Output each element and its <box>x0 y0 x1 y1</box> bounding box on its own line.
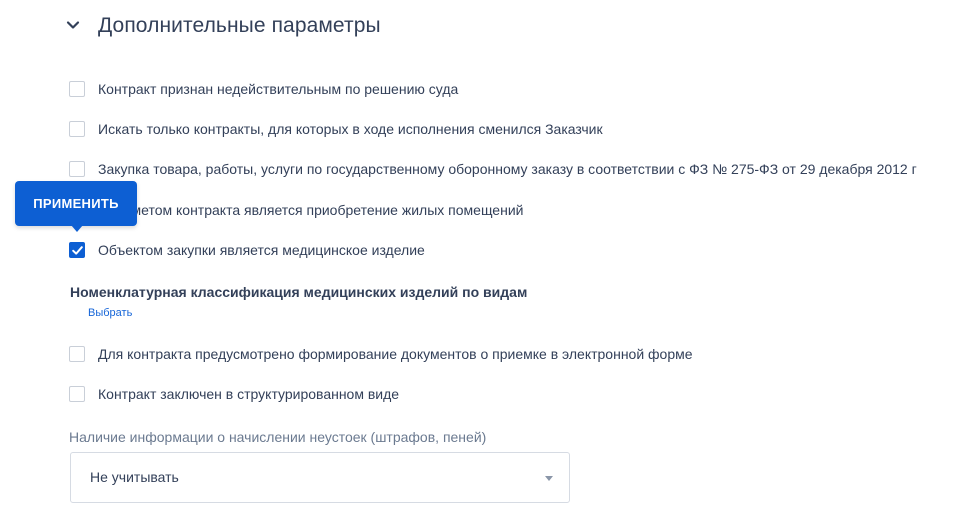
chevron-down-icon <box>66 21 80 29</box>
checkbox-row-electronic-acceptance[interactable]: Для контракта предусмотрено формирование… <box>69 346 693 362</box>
checkbox-label: Контракт признан недействительным по реш… <box>98 81 459 97</box>
checkbox[interactable] <box>69 346 85 362</box>
penalties-label: Наличие информации о начислении неустоек… <box>69 429 487 445</box>
checkbox-label: Закупка товара, работы, услуги по госуда… <box>98 161 917 177</box>
section-title: Дополнительные параметры <box>98 14 381 37</box>
checkbox-label: Предметом контракта является приобретени… <box>98 202 524 218</box>
checkbox-label: Для контракта предусмотрено формирование… <box>98 346 693 362</box>
select-link[interactable]: Выбрать <box>88 307 132 319</box>
checkbox[interactable] <box>69 81 85 97</box>
checkbox-row-medical-device[interactable]: Объектом закупки является медицинское из… <box>69 242 425 258</box>
checkbox-row-housing[interactable]: Предметом контракта является приобретени… <box>69 202 523 218</box>
checkbox-row-invalid-by-court[interactable]: Контракт признан недействительным по реш… <box>69 81 458 97</box>
checkbox-row-structured[interactable]: Контракт заключен в структурированном ви… <box>69 386 399 402</box>
checkbox[interactable] <box>69 386 85 402</box>
checkbox-row-customer-changed[interactable]: Искать только контракты, для которых в х… <box>69 121 603 137</box>
penalties-select[interactable]: Не учитывать <box>70 452 570 503</box>
checkbox-label: Контракт заключен в структурированном ви… <box>98 386 400 402</box>
checkbox[interactable] <box>69 161 85 177</box>
caret-down-icon <box>545 476 553 481</box>
check-icon <box>72 246 83 255</box>
select-value: Не учитывать <box>90 469 179 485</box>
checkbox[interactable] <box>69 121 85 137</box>
apply-button[interactable]: ПРИМЕНИТЬ <box>15 181 137 226</box>
section-toggle[interactable]: Дополнительные параметры <box>66 14 381 38</box>
apply-button-pointer <box>71 225 83 232</box>
checkbox-checked[interactable] <box>69 242 85 258</box>
medical-classification-title: Номенклатурная классификация медицинских… <box>70 284 528 300</box>
checkbox-label: Искать только контракты, для которых в х… <box>98 121 603 137</box>
checkbox-label: Объектом закупки является медицинское из… <box>98 242 425 258</box>
checkbox-row-defense-order[interactable]: Закупка товара, работы, услуги по госуда… <box>69 161 917 177</box>
